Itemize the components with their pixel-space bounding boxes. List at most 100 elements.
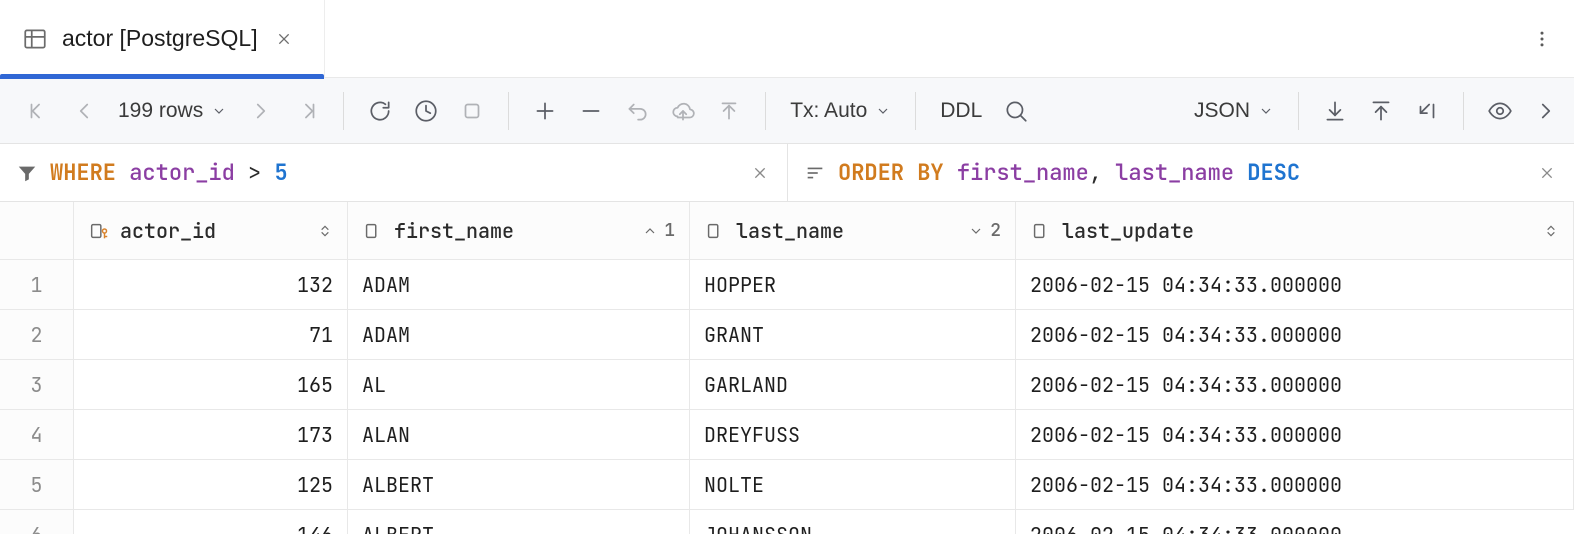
add-row-button[interactable] <box>525 91 565 131</box>
separator <box>1463 92 1464 130</box>
column-icon <box>362 220 384 242</box>
cell-first-name[interactable]: AL <box>348 360 690 410</box>
cell-actor-id[interactable]: 125 <box>74 460 348 510</box>
orderby-dir: DESC <box>1247 158 1300 187</box>
primary-key-column-icon <box>88 220 110 242</box>
import-button[interactable] <box>1315 91 1355 131</box>
column-header-actor-id[interactable]: actor_id <box>74 202 348 260</box>
reload-button[interactable] <box>360 91 400 131</box>
tx-mode-label: Tx: Auto <box>790 99 867 123</box>
row-gutter[interactable]: 6 <box>0 510 74 534</box>
cell-last-name[interactable]: GRANT <box>690 310 1016 360</box>
row-gutter[interactable]: 1 <box>0 260 74 310</box>
cell-actor-id[interactable]: 71 <box>74 310 348 360</box>
sort-asc-indicator: 1 <box>642 219 675 242</box>
sort-order-number: 1 <box>664 219 675 242</box>
cell-actor-id[interactable]: 165 <box>74 360 348 410</box>
data-grid: actor_id first_name 1 last_name 2 last_u… <box>0 202 1574 534</box>
copy-to-button[interactable] <box>1407 91 1447 131</box>
row-count-label: 199 rows <box>118 99 203 123</box>
cell-first-name[interactable]: ALAN <box>348 410 690 460</box>
where-ident: actor_id <box>129 158 235 187</box>
cell-first-name[interactable]: ADAM <box>348 260 690 310</box>
row-gutter[interactable]: 5 <box>0 460 74 510</box>
where-clause-text: WHERE actor_id > 5 <box>50 158 288 187</box>
expand-button[interactable] <box>1526 91 1566 131</box>
orderby-keyword: ORDER BY <box>838 158 944 187</box>
column-header-last-name[interactable]: last_name 2 <box>690 202 1016 260</box>
search-button[interactable] <box>996 91 1036 131</box>
view-as-label: JSON <box>1194 99 1250 123</box>
tab-title: actor [PostgreSQL] <box>62 25 258 52</box>
table-icon <box>22 26 48 52</box>
cell-last-update[interactable]: 2006-02-15 04:34:33.000000 <box>1016 510 1574 534</box>
close-tab-button[interactable] <box>272 27 296 51</box>
separator <box>508 92 509 130</box>
stop-button[interactable] <box>452 91 492 131</box>
sort-order-number: 2 <box>990 219 1001 242</box>
gutter-header[interactable] <box>0 202 74 260</box>
commit-cloud-button[interactable] <box>663 91 703 131</box>
where-clause-input[interactable]: WHERE actor_id > 5 <box>0 144 787 201</box>
toolbar: 199 rows Tx: Auto DDL <box>0 78 1574 144</box>
cell-first-name[interactable]: ALBERT <box>348 460 690 510</box>
column-header-last-update[interactable]: last_update <box>1016 202 1574 260</box>
cell-last-update[interactable]: 2006-02-15 04:34:33.000000 <box>1016 460 1574 510</box>
last-page-button[interactable] <box>287 91 327 131</box>
cell-last-name[interactable]: NOLTE <box>690 460 1016 510</box>
cell-last-name[interactable]: HOPPER <box>690 260 1016 310</box>
cell-first-name[interactable]: ALBERT <box>348 510 690 534</box>
cell-last-update[interactable]: 2006-02-15 04:34:33.000000 <box>1016 310 1574 360</box>
cell-last-name[interactable]: JOHANSSON <box>690 510 1016 534</box>
order-by-clause-input[interactable]: ORDER BY first_name, last_name DESC <box>787 144 1574 201</box>
row-count-dropdown[interactable]: 199 rows <box>110 99 235 123</box>
column-name: last_update <box>1062 218 1194 244</box>
where-val: 5 <box>274 158 287 187</box>
column-icon <box>704 220 726 242</box>
cell-actor-id[interactable]: 146 <box>74 510 348 534</box>
cell-last-update[interactable]: 2006-02-15 04:34:33.000000 <box>1016 260 1574 310</box>
clear-orderby-button[interactable] <box>1534 160 1560 186</box>
tab-actor[interactable]: actor [PostgreSQL] <box>0 0 325 78</box>
where-keyword: WHERE <box>50 158 116 187</box>
column-name: last_name <box>736 218 844 244</box>
separator <box>1298 92 1299 130</box>
view-mode-button[interactable] <box>1480 91 1520 131</box>
next-page-button[interactable] <box>241 91 281 131</box>
cell-last-name[interactable]: GARLAND <box>690 360 1016 410</box>
column-header-first-name[interactable]: first_name 1 <box>348 202 690 260</box>
cell-actor-id[interactable]: 173 <box>74 410 348 460</box>
submit-button[interactable] <box>709 91 749 131</box>
orderby-c2: last_name <box>1115 158 1234 187</box>
orderby-c1: first_name <box>957 158 1089 187</box>
row-gutter[interactable]: 3 <box>0 360 74 410</box>
tab-overflow-menu-button[interactable] <box>1518 15 1566 63</box>
cell-actor-id[interactable]: 132 <box>74 260 348 310</box>
separator <box>765 92 766 130</box>
column-name: first_name <box>394 218 514 244</box>
ddl-button[interactable]: DDL <box>932 99 990 123</box>
cell-last-update[interactable]: 2006-02-15 04:34:33.000000 <box>1016 360 1574 410</box>
sort-indicator <box>317 223 333 239</box>
filter-bar: WHERE actor_id > 5 ORDER BY first_name, … <box>0 144 1574 202</box>
separator <box>915 92 916 130</box>
row-gutter[interactable]: 2 <box>0 310 74 360</box>
column-icon <box>1030 220 1052 242</box>
sort-desc-indicator: 2 <box>968 219 1001 242</box>
history-button[interactable] <box>406 91 446 131</box>
export-button[interactable] <box>1361 91 1401 131</box>
row-gutter[interactable]: 4 <box>0 410 74 460</box>
cell-last-name[interactable]: DREYFUSS <box>690 410 1016 460</box>
first-page-button[interactable] <box>18 91 58 131</box>
cell-last-update[interactable]: 2006-02-15 04:34:33.000000 <box>1016 410 1574 460</box>
tab-strip: actor [PostgreSQL] <box>0 0 1574 78</box>
remove-row-button[interactable] <box>571 91 611 131</box>
revert-button[interactable] <box>617 91 657 131</box>
tx-mode-dropdown[interactable]: Tx: Auto <box>782 99 899 123</box>
sort-icon <box>804 162 826 184</box>
cell-first-name[interactable]: ADAM <box>348 310 690 360</box>
prev-page-button[interactable] <box>64 91 104 131</box>
view-as-dropdown[interactable]: JSON <box>1186 99 1282 123</box>
clear-where-button[interactable] <box>747 160 773 186</box>
where-op: > <box>248 158 261 187</box>
